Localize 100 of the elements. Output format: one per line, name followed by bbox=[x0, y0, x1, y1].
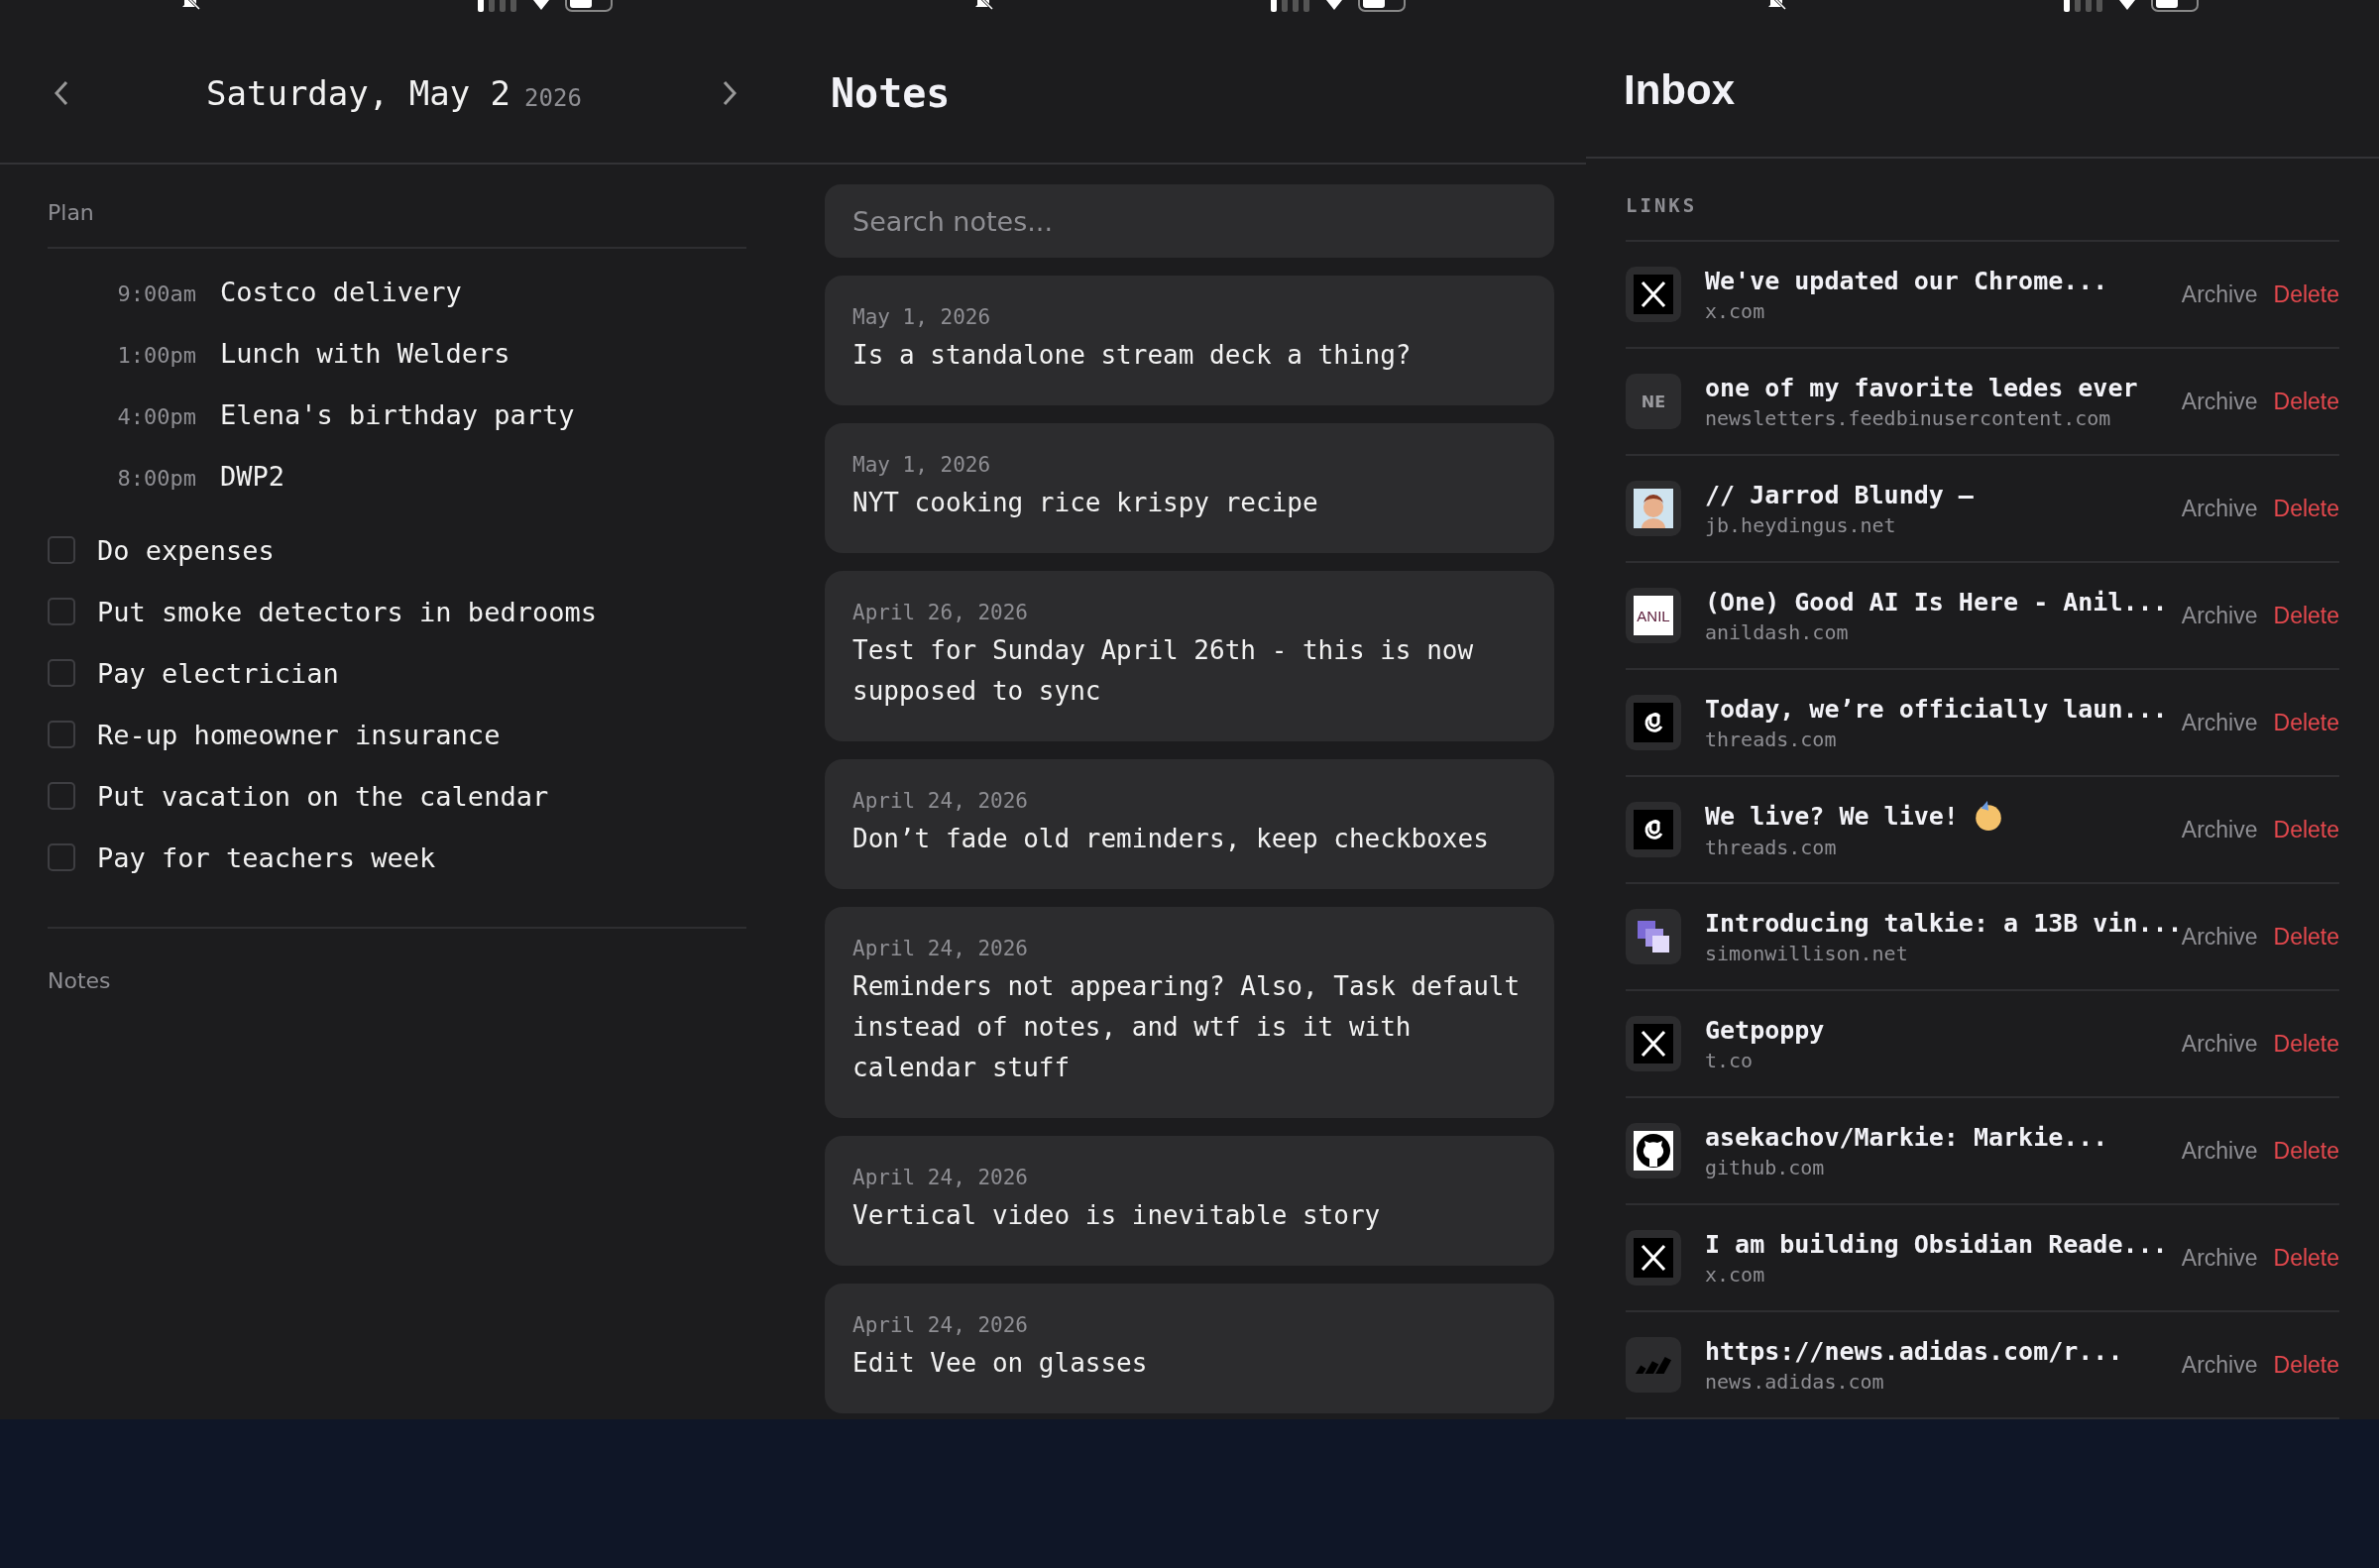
archive-button[interactable]: Archive bbox=[2181, 923, 2258, 951]
link-domain: jb.heydingus.net bbox=[1705, 512, 1897, 537]
link-domain: threads.com bbox=[1705, 727, 1838, 751]
cross-icon bbox=[1634, 1024, 1673, 1064]
checkbox[interactable] bbox=[48, 843, 75, 871]
note-title: Is a standalone stream deck a thing? bbox=[852, 339, 1413, 372]
event-time: 8:00pm bbox=[116, 466, 196, 491]
note-card[interactable]: April 24, 2026 Edit Vee on glasses bbox=[825, 1284, 1554, 1413]
link-domain: x.com bbox=[1705, 1262, 1766, 1287]
section-label: LINKS bbox=[1626, 194, 1699, 216]
note-card[interactable]: May 1, 2026 Is a standalone stream deck a thing? bbox=[825, 276, 1554, 405]
section-label: Notes bbox=[48, 968, 112, 993]
note-date: April 24, 2026 bbox=[852, 1313, 1029, 1337]
link-domain: x.com bbox=[1705, 298, 1766, 323]
link-domain: newsletters.feedbinusercontent.com bbox=[1705, 405, 2112, 430]
event-time: 9:00am bbox=[116, 281, 196, 306]
archive-button[interactable]: Archive bbox=[2181, 280, 2258, 308]
checkbox[interactable] bbox=[48, 598, 75, 625]
note-date: May 1, 2026 bbox=[852, 453, 992, 477]
event-time: 4:00pm bbox=[116, 404, 196, 429]
note-title: Don’t fade old reminders, keep checkboxes bbox=[852, 823, 1490, 855]
note-title: Reminders not appearing? Also, Task default instead of notes, and wtf is it with calendar stuff bbox=[852, 970, 1522, 1084]
cat-icon bbox=[1634, 1131, 1673, 1171]
delete-button[interactable]: Delete bbox=[2273, 1030, 2339, 1058]
swirl-icon bbox=[1634, 703, 1673, 742]
checkbox[interactable] bbox=[48, 721, 75, 748]
checkbox[interactable] bbox=[48, 536, 75, 564]
checkbox[interactable] bbox=[48, 659, 75, 687]
link-title[interactable]: (One) Good AI Is Here - Anil... bbox=[1705, 587, 2168, 616]
note-date: April 24, 2026 bbox=[852, 937, 1029, 960]
archive-button[interactable]: Archive bbox=[2181, 495, 2258, 522]
link-domain: t.co bbox=[1705, 1048, 1755, 1072]
archive-button[interactable]: Archive bbox=[2181, 602, 2258, 629]
note-card[interactable]: May 1, 2026 NYT cooking rice krispy recipe bbox=[825, 423, 1554, 553]
link-domain: news.adidas.com bbox=[1705, 1369, 1885, 1394]
link-title[interactable]: one of my favorite ledes ever bbox=[1705, 373, 2138, 402]
task-label: Do expenses bbox=[97, 534, 275, 566]
note-card[interactable]: April 24, 2026 Don’t fade old reminders, keep checkboxes bbox=[825, 759, 1554, 889]
note-date: April 26, 2026 bbox=[852, 601, 1029, 624]
date-title: Saturday, May 2 bbox=[206, 73, 511, 113]
archive-button[interactable]: Archive bbox=[2181, 388, 2258, 415]
link-title[interactable]: Introducing talkie: a 13B vin... bbox=[1705, 908, 2183, 938]
delete-button[interactable]: Delete bbox=[2273, 816, 2339, 843]
note-date: April 24, 2026 bbox=[852, 1166, 1029, 1189]
link-domain: github.com bbox=[1705, 1155, 1826, 1179]
event-title: Costco delivery bbox=[220, 277, 462, 307]
note-card[interactable]: April 26, 2026 Test for Sunday April 26th - this is now supposed to sync bbox=[825, 571, 1554, 741]
swirl-icon bbox=[1634, 810, 1673, 849]
delete-button[interactable]: Delete bbox=[2273, 602, 2339, 629]
note-title: Test for Sunday April 26th - this is now supposed to sync bbox=[852, 634, 1475, 708]
link-title[interactable]: We live? We live! bbox=[1705, 801, 1959, 831]
archive-button[interactable]: Archive bbox=[2181, 1351, 2258, 1379]
delete-button[interactable]: Delete bbox=[2273, 1244, 2339, 1272]
cross-icon bbox=[1634, 1238, 1673, 1278]
cross-icon bbox=[1634, 275, 1673, 314]
note-date: April 24, 2026 bbox=[852, 789, 1029, 813]
page-title: Inbox bbox=[1624, 65, 1735, 114]
note-title: Vertical video is inevitable story bbox=[852, 1199, 1382, 1232]
link-title[interactable]: Today, we’re officially laun... bbox=[1705, 694, 2168, 724]
delete-button[interactable]: Delete bbox=[2273, 709, 2339, 736]
note-title: Edit Vee on glasses bbox=[852, 1347, 1149, 1380]
checkbox[interactable] bbox=[48, 782, 75, 810]
task-label: Put vacation on the calendar bbox=[97, 780, 549, 812]
year-label: 2026 bbox=[524, 84, 582, 112]
link-title[interactable]: asekachov/Markie: Markie... bbox=[1705, 1122, 2108, 1152]
initials-icon: NE bbox=[1641, 392, 1666, 411]
link-domain: simonwillison.net bbox=[1705, 941, 1909, 965]
task-label: Pay for teachers week bbox=[97, 841, 436, 873]
event-time: 1:00pm bbox=[116, 343, 196, 368]
archive-button[interactable]: Archive bbox=[2181, 1137, 2258, 1165]
link-title[interactable]: // Jarrod Blundy — bbox=[1705, 480, 1974, 509]
note-date: May 1, 2026 bbox=[852, 305, 992, 329]
stripes-icon bbox=[1634, 1356, 1673, 1374]
link-title[interactable]: https://news.adidas.com/r... bbox=[1705, 1336, 2123, 1366]
link-domain: threads.com bbox=[1705, 836, 1838, 859]
link-domain: anildash.com bbox=[1705, 619, 1850, 644]
link-title[interactable]: I am building Obsidian Reade... bbox=[1705, 1229, 2168, 1259]
search-field[interactable]: Search notes... bbox=[825, 184, 1554, 258]
archive-button[interactable]: Archive bbox=[2181, 1244, 2258, 1272]
event-title: Lunch with Welders bbox=[220, 338, 510, 369]
link-title[interactable]: Getpoppy bbox=[1705, 1015, 1825, 1045]
note-title: NYT cooking rice krispy recipe bbox=[852, 487, 1319, 519]
archive-button[interactable]: Archive bbox=[2181, 816, 2258, 843]
task-label: Pay electrician bbox=[97, 657, 339, 689]
note-card[interactable]: April 24, 2026 Vertical video is inevitable story bbox=[825, 1136, 1554, 1266]
delete-button[interactable]: Delete bbox=[2273, 495, 2339, 522]
event-title: Elena's birthday party bbox=[220, 399, 575, 430]
event-title: DWP2 bbox=[220, 461, 285, 492]
archive-button[interactable]: Archive bbox=[2181, 1030, 2258, 1058]
delete-button[interactable]: Delete bbox=[2273, 1351, 2339, 1379]
delete-button[interactable]: Delete bbox=[2273, 280, 2339, 308]
avatar-icon bbox=[1634, 489, 1673, 528]
delete-button[interactable]: Delete bbox=[2273, 923, 2339, 951]
delete-button[interactable]: Delete bbox=[2273, 1137, 2339, 1165]
section-label: Plan bbox=[48, 200, 95, 225]
link-title[interactable]: We've updated our Chrome... bbox=[1705, 266, 2108, 295]
delete-button[interactable]: Delete bbox=[2273, 388, 2339, 415]
archive-button[interactable]: Archive bbox=[2181, 709, 2258, 736]
note-card[interactable]: April 24, 2026 Reminders not appearing? Also, Task default instead of notes, and wtf is it with calendar stuff bbox=[825, 907, 1554, 1118]
wordmark-icon: ANIL bbox=[1634, 596, 1673, 635]
